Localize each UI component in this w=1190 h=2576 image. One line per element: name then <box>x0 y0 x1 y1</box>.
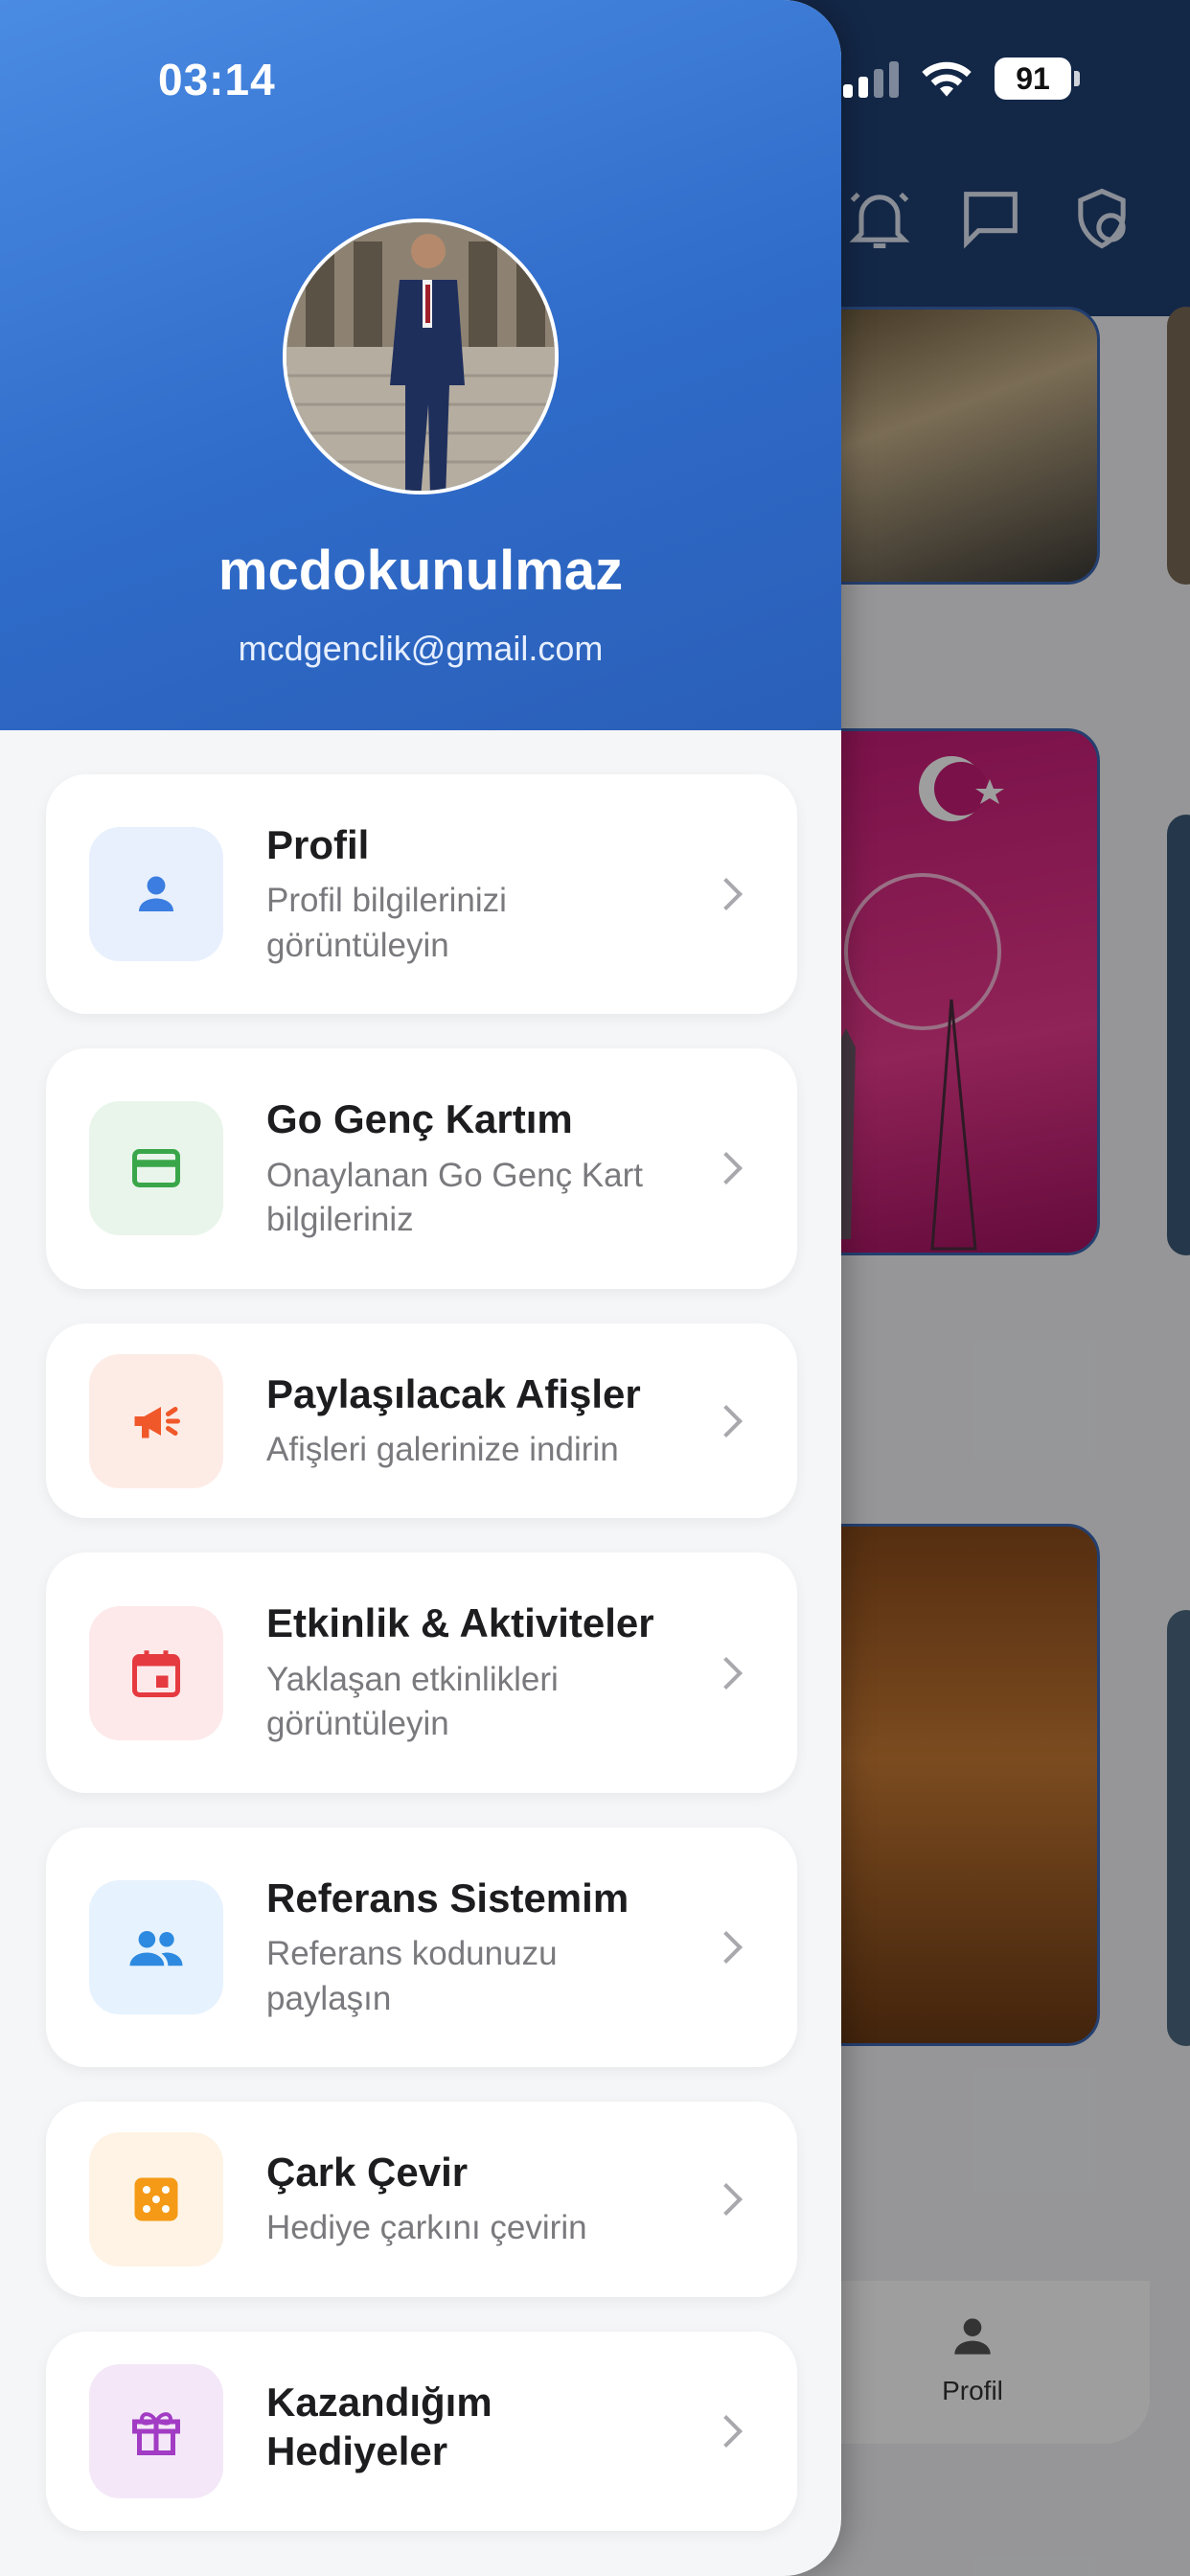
user-name: mcdokunulmaz <box>217 540 624 602</box>
calendar-icon <box>132 1649 180 1697</box>
menu-item-title: Referans Sistemim <box>266 1874 629 1920</box>
user-email: mcdgenclik@gmail.com <box>238 629 604 668</box>
menu-item-title: Etkinlik & Aktiviteler <box>266 1600 654 1646</box>
menu-item-title: Kazandığım Hediyeler <box>266 2379 492 2474</box>
menu-item-profile[interactable]: Profil Profil bilgilerinizi görüntüleyin <box>46 774 797 1015</box>
menu-icon-container <box>89 2131 223 2266</box>
menu-item-subtitle: Yaklaşan etkinlikleri görüntüleyin <box>266 1660 559 1743</box>
gift-icon <box>132 2412 180 2456</box>
chevron-right-icon <box>710 1930 743 1964</box>
credit-card-icon <box>132 1149 180 1188</box>
side-drawer: mcdokunulmaz mcdgenclik@gmail.com Profil… <box>0 0 841 2576</box>
menu-item-subtitle: Referans kodunuzu paylaşın <box>266 1935 558 2017</box>
drawer-header: mcdokunulmaz mcdgenclik@gmail.com <box>0 0 841 730</box>
avatar[interactable] <box>283 218 559 494</box>
menu-icon-container <box>89 1101 223 1236</box>
menu-icon-container <box>89 827 223 962</box>
status-time: 03:14 <box>158 55 276 104</box>
menu-item-gifts[interactable]: Kazandığım Hediyeler <box>46 2331 797 2532</box>
menu-item-posters[interactable]: Paylaşılacak Afişler Afişleri galerinize… <box>46 1322 797 1519</box>
menu-item-go-genc-card[interactable]: Go Genç Kartım Onaylanan Go Genç Kart bi… <box>46 1048 797 1289</box>
menu-icon-container <box>89 2364 223 2499</box>
menu-item-subtitle: Afişleri galerinize indirin <box>266 1430 619 1468</box>
people-icon <box>129 1930 183 1966</box>
chevron-right-icon <box>710 1152 743 1185</box>
chevron-right-icon <box>710 878 743 911</box>
menu-item-subtitle: Profil bilgilerinizi görüntüleyin <box>266 882 507 964</box>
cellular-signal-icon <box>843 59 899 98</box>
menu-item-title: Çark Çevir <box>266 2150 469 2196</box>
menu-item-subtitle: Hediye çarkını çevirin <box>266 2209 587 2247</box>
wifi-icon <box>922 61 972 97</box>
dice-icon <box>134 2177 178 2221</box>
chevron-right-icon <box>710 2415 743 2449</box>
person-icon <box>139 876 173 912</box>
battery-icon: 91 <box>995 58 1080 100</box>
menu-item-title: Paylaşılacak Afişler <box>266 1370 641 1416</box>
battery-level: 91 <box>995 58 1071 100</box>
chevron-right-icon <box>710 1404 743 1438</box>
menu-item-events[interactable]: Etkinlik & Aktiviteler Yaklaşan etkinlik… <box>46 1552 797 1793</box>
menu-item-referral[interactable]: Referans Sistemim Referans kodunuzu payl… <box>46 1827 797 2068</box>
menu-item-subtitle: Onaylanan Go Genç Kart bilgileriniz <box>266 1156 643 1239</box>
drawer-menu: Profil Profil bilgilerinizi görüntüleyin… <box>46 774 797 2565</box>
megaphone-icon <box>134 1406 180 1438</box>
chevron-right-icon <box>710 1656 743 1690</box>
status-icons: 91 <box>843 58 1080 100</box>
menu-icon-container <box>89 1879 223 2014</box>
chevron-right-icon <box>710 2183 743 2216</box>
menu-icon-container <box>89 1605 223 1740</box>
menu-icon-container <box>89 1353 223 1488</box>
menu-item-spin-wheel[interactable]: Çark Çevir Hediye çarkını çevirin <box>46 2102 797 2297</box>
menu-item-title: Go Genç Kartım <box>266 1096 573 1142</box>
menu-item-title: Profil <box>266 822 370 867</box>
